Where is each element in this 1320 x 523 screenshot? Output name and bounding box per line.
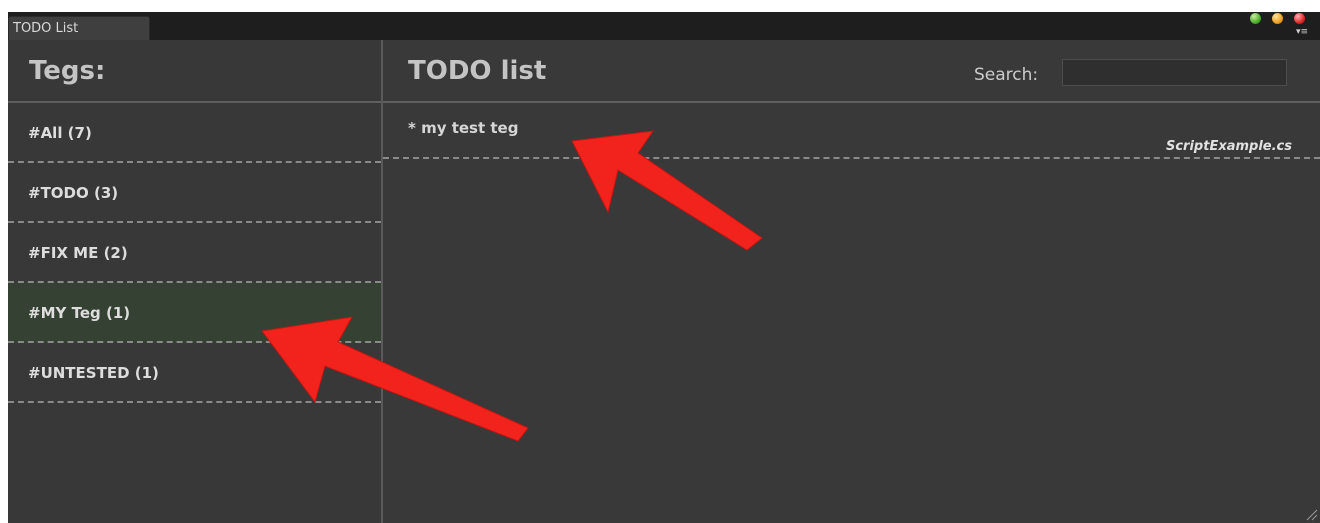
window-controls: ▾≡ [1250, 12, 1308, 37]
tag-label: #MY Teg (1) [28, 304, 131, 322]
window-menu-icon[interactable]: ▾≡ [1294, 27, 1308, 37]
todo-list-title: TODO list [408, 56, 547, 86]
tag-item-my-teg[interactable]: #MY Teg (1) [8, 283, 381, 343]
resize-grip-icon[interactable] [1304, 507, 1318, 521]
tags-title: Tegs: [29, 56, 106, 86]
todo-list-pane: TODO list Search: * my test teg ScriptEx… [383, 40, 1320, 523]
tag-label: #TODO (3) [28, 184, 119, 202]
window-maximize-icon[interactable] [1272, 13, 1283, 24]
search-label: Search: [974, 65, 1039, 85]
todo-list-window: TODO List ▾≡ Tegs: #All (7) #TODO (3) #F… [8, 12, 1320, 523]
tab-todo-list[interactable]: TODO List [8, 16, 150, 40]
tags-pane: Tegs: #All (7) #TODO (3) #FIX ME (2) #MY… [8, 40, 381, 523]
window-close-icon[interactable] [1294, 13, 1305, 24]
tag-item-all[interactable]: #All (7) [8, 103, 381, 163]
window-minimize-icon[interactable] [1250, 13, 1261, 24]
window-titlebar: TODO List ▾≡ [8, 12, 1320, 40]
todo-item-text: * my test teg [408, 119, 519, 137]
todo-item[interactable]: * my test teg ScriptExample.cs [383, 103, 1320, 159]
tag-item-todo[interactable]: #TODO (3) [8, 163, 381, 223]
tag-item-untested[interactable]: #UNTESTED (1) [8, 343, 381, 403]
tag-label: #All (7) [28, 124, 92, 142]
tag-label: #FIX ME (2) [28, 244, 128, 262]
tag-label: #UNTESTED (1) [28, 364, 159, 382]
tag-item-fix-me[interactable]: #FIX ME (2) [8, 223, 381, 283]
todo-item-file-link[interactable]: ScriptExample.cs [1166, 139, 1292, 154]
search-input[interactable] [1062, 59, 1287, 86]
